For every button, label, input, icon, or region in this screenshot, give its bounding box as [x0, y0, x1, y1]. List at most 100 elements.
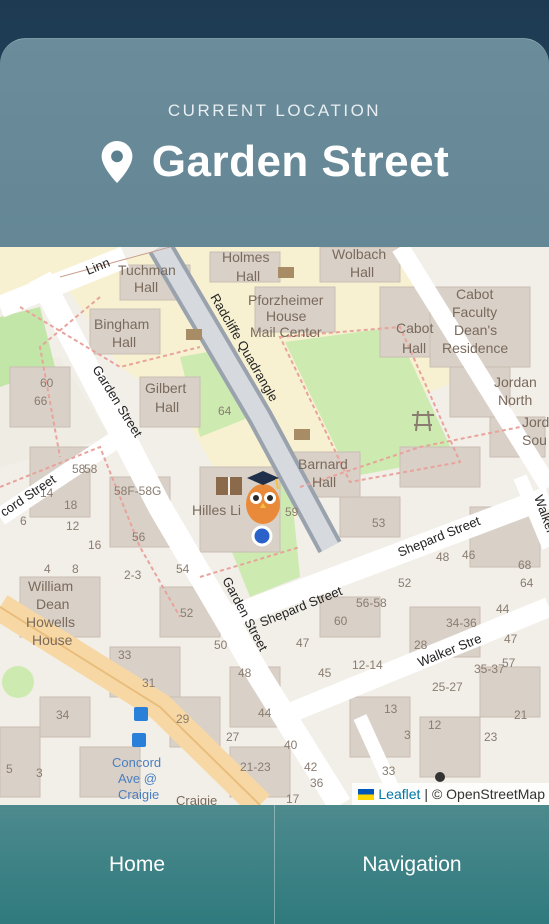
svg-text:Concord: Concord	[112, 755, 161, 770]
svg-text:59: 59	[285, 505, 299, 519]
svg-text:Craigie: Craigie	[118, 787, 159, 802]
svg-text:13: 13	[384, 702, 398, 716]
location-header: CURRENT LOCATION Garden Street	[0, 39, 549, 246]
status-bar-area	[0, 0, 549, 40]
navigation-tab[interactable]: Navigation	[274, 805, 549, 924]
svg-text:12: 12	[66, 519, 80, 533]
location-name: Garden Street	[151, 137, 450, 186]
svg-text:54: 54	[176, 562, 190, 576]
map-canvas[interactable]: TuchmanHall HolmesHall WolbachHall Bingh…	[0, 247, 549, 805]
svg-text:North: North	[498, 392, 532, 408]
svg-text:6: 6	[20, 514, 27, 528]
svg-text:Hall: Hall	[312, 474, 336, 490]
svg-text:64: 64	[218, 404, 232, 418]
map-pin-icon	[101, 141, 133, 183]
map-view[interactable]: Tuchman Hall Holmes Hall Wolbach Hall Bingh…	[0, 247, 549, 805]
svg-text:42: 42	[304, 760, 318, 774]
svg-text:46: 46	[462, 548, 476, 562]
svg-text:Hall: Hall	[112, 334, 136, 350]
svg-text:Holmes: Holmes	[222, 249, 269, 265]
svg-text:56: 56	[132, 530, 146, 544]
svg-text:3: 3	[404, 728, 411, 742]
svg-text:56-58: 56-58	[356, 596, 387, 610]
svg-text:Barnard: Barnard	[298, 456, 348, 472]
svg-text:50: 50	[214, 638, 228, 652]
svg-text:60: 60	[334, 614, 348, 628]
svg-text:33: 33	[118, 648, 132, 662]
svg-text:Wolbach: Wolbach	[332, 247, 386, 262]
svg-text:12: 12	[428, 718, 442, 732]
svg-text:48: 48	[238, 666, 252, 680]
home-tab[interactable]: Home	[0, 805, 274, 924]
bottom-nav: Home Navigation	[0, 805, 549, 924]
library-icon	[216, 477, 242, 495]
svg-text:8: 8	[72, 562, 79, 576]
svg-text:28: 28	[414, 638, 428, 652]
mail-icon	[278, 267, 294, 278]
svg-text:Gilbert: Gilbert	[145, 380, 186, 396]
svg-text:44: 44	[496, 602, 510, 616]
svg-text:58: 58	[84, 462, 98, 476]
svg-text:52: 52	[398, 576, 412, 590]
svg-text:58: 58	[72, 462, 86, 476]
svg-text:12-14: 12-14	[352, 658, 383, 672]
pedestrian-icon	[435, 772, 445, 782]
svg-text:21-23: 21-23	[240, 760, 271, 774]
svg-text:Hall: Hall	[350, 264, 374, 280]
svg-text:66: 66	[34, 394, 48, 408]
svg-text:Dean: Dean	[36, 596, 69, 612]
svg-text:44: 44	[258, 706, 272, 720]
svg-text:21: 21	[514, 708, 528, 722]
svg-text:Craigie: Craigie	[176, 793, 217, 805]
svg-text:Hilles Li: Hilles Li	[192, 502, 241, 518]
svg-text:58F-58G: 58F-58G	[114, 484, 161, 498]
svg-text:Cabot: Cabot	[456, 286, 493, 302]
svg-text:Residence: Residence	[442, 340, 508, 356]
svg-text:64: 64	[520, 576, 534, 590]
svg-text:48: 48	[436, 550, 450, 564]
svg-text:Tuchman: Tuchman	[118, 262, 176, 278]
svg-text:Bingham: Bingham	[94, 316, 149, 332]
svg-text:Howells: Howells	[26, 614, 75, 630]
svg-text:4: 4	[44, 562, 51, 576]
mail-icon	[294, 429, 310, 440]
svg-text:36: 36	[310, 776, 324, 790]
svg-text:Jordan: Jordan	[494, 374, 537, 390]
svg-text:60: 60	[40, 376, 54, 390]
svg-text:Hall: Hall	[155, 399, 179, 415]
location-title-row: Garden Street	[0, 137, 549, 187]
location-panel: CURRENT LOCATION Garden Street Tuchman H…	[0, 38, 549, 924]
svg-text:45: 45	[318, 666, 332, 680]
svg-text:Ave @: Ave @	[118, 771, 157, 786]
leaflet-link[interactable]: Leaflet	[378, 786, 420, 802]
svg-text:47: 47	[296, 636, 310, 650]
map-attribution: Leaflet | © OpenStreetMap	[352, 783, 549, 805]
svg-text:25-27: 25-27	[432, 680, 463, 694]
svg-text:House: House	[266, 308, 307, 324]
svg-text:68: 68	[518, 558, 532, 572]
osm-attribution: | © OpenStreetMap	[424, 786, 545, 802]
svg-text:Faculty: Faculty	[452, 304, 497, 320]
svg-text:Sou: Sou	[522, 432, 547, 448]
svg-text:57: 57	[502, 656, 516, 670]
svg-text:35-37: 35-37	[474, 662, 505, 676]
svg-text:House: House	[32, 632, 73, 648]
svg-text:3: 3	[36, 766, 43, 780]
svg-text:William: William	[28, 578, 73, 594]
svg-text:Dean's: Dean's	[454, 322, 497, 338]
svg-text:53: 53	[372, 516, 386, 530]
svg-text:33: 33	[382, 764, 396, 778]
svg-text:47: 47	[504, 632, 518, 646]
mail-icon	[186, 329, 202, 340]
svg-text:52: 52	[180, 606, 194, 620]
svg-text:40: 40	[284, 738, 298, 752]
svg-text:29: 29	[176, 712, 190, 726]
svg-text:34: 34	[56, 708, 70, 722]
svg-text:16: 16	[88, 538, 102, 552]
svg-text:Hall: Hall	[402, 340, 426, 356]
current-location-label: CURRENT LOCATION	[167, 101, 382, 120]
svg-text:Hall: Hall	[236, 268, 260, 284]
svg-text:Mail Center: Mail Center	[250, 324, 322, 340]
svg-text:Pforzheimer: Pforzheimer	[248, 292, 324, 308]
svg-text:Hall: Hall	[134, 279, 158, 295]
